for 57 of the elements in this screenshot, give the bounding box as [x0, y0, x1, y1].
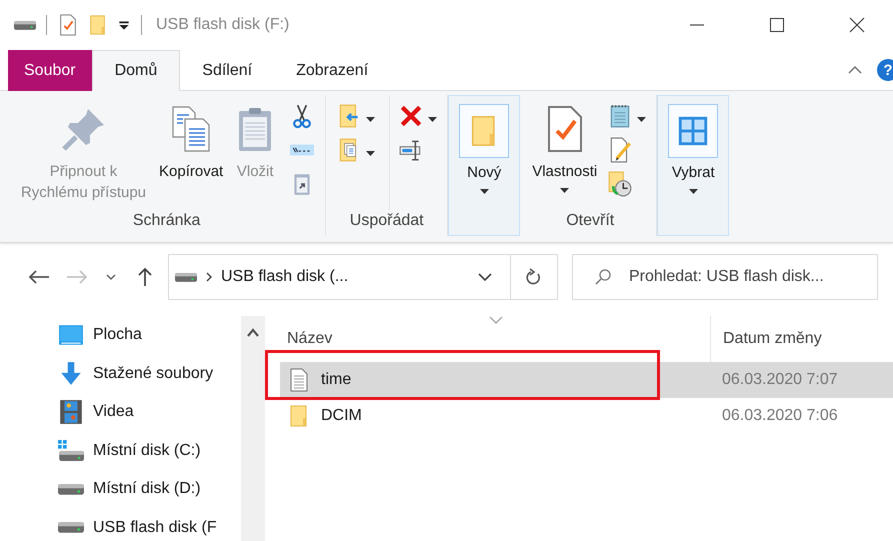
maximize-icon [769, 17, 785, 33]
search-field[interactable]: Prohledat: USB flash disk... [572, 254, 878, 300]
ribbon-tab[interactable]: Sdílení [180, 50, 274, 91]
caret-icon [428, 116, 438, 122]
drive-icon [58, 440, 84, 462]
sidebar-item[interactable]: Plocha [58, 322, 241, 348]
ribbon-tab[interactable]: Domů [92, 50, 180, 91]
forward-arrow-icon [66, 269, 88, 285]
group-label: Schránka [132, 211, 202, 231]
column-header[interactable]: Název [280, 330, 710, 348]
file-row[interactable]: time 06.03.2020 7:07 [280, 362, 893, 398]
minimize-icon [689, 24, 705, 26]
file-tab[interactable]: Soubor [8, 50, 92, 91]
chevron-icon [205, 272, 213, 282]
scrollbar[interactable] [241, 316, 265, 541]
address-path: USB flash disk (... [221, 268, 348, 286]
up-arrow-icon [137, 267, 153, 287]
help-button[interactable]: ? [877, 59, 893, 81]
chevron-down-icon [106, 273, 116, 281]
close-icon [849, 17, 865, 33]
sidebar-item[interactable]: Místní disk (D:) [58, 476, 241, 502]
caret-icon [480, 189, 489, 194]
search-icon [594, 268, 612, 286]
ribbon-button[interactable]: Kopírovat [157, 95, 226, 210]
film-icon [58, 399, 84, 426]
ribbon-tab[interactable]: Zobrazení [274, 50, 390, 91]
caret-icon [366, 150, 376, 156]
file-name: DCIM [321, 407, 362, 425]
scroll-up-icon[interactable] [246, 328, 260, 337]
sidebar-item[interactable]: Místní disk (C:) [58, 438, 241, 464]
date-cell-text: 06.03.2020 7:06 [721, 407, 838, 425]
dropdown-icon[interactable] [478, 272, 492, 282]
drive-icon [14, 20, 36, 30]
checklist-icon [57, 14, 79, 36]
back-arrow-icon [28, 269, 50, 285]
refresh-icon [526, 268, 542, 286]
caret-icon [637, 116, 646, 122]
sidebar-item[interactable]: USB flash disk (F [58, 514, 241, 541]
file-row[interactable]: DCIM 06.03.2020 7:06 [280, 398, 893, 434]
history-icon [607, 171, 634, 197]
drive-icon [58, 482, 84, 496]
address-bar[interactable]: USB flash disk (... [168, 254, 558, 300]
group-label: Uspořádat [348, 211, 425, 231]
sort-icon [489, 316, 503, 324]
sidebar-item[interactable]: Stažené soubory [58, 360, 241, 387]
sidebar-item[interactable]: Videa [58, 399, 241, 426]
caret-icon [366, 116, 376, 122]
caret-icon [560, 188, 570, 193]
drive-icon [58, 521, 84, 534]
window-title: USB flash disk (F:) [156, 16, 290, 34]
date-cell-text: 06.03.2020 7:07 [721, 371, 838, 389]
collapse-icon[interactable] [847, 65, 863, 75]
caret-icon [688, 189, 698, 194]
group-label: Otevřít [565, 211, 616, 231]
drive-icon [175, 272, 197, 282]
file-name: time [321, 371, 352, 389]
ribbon-button[interactable]: Vlastnosti [530, 95, 600, 210]
